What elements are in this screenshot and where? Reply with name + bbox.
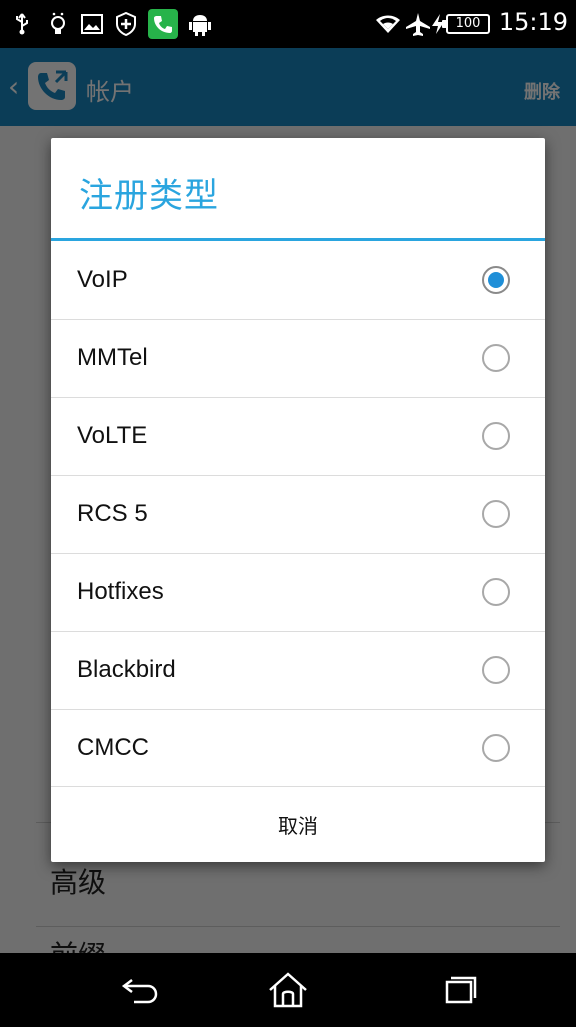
- radio-button[interactable]: [482, 422, 510, 450]
- radio-button[interactable]: [482, 344, 510, 372]
- radio-button-checked[interactable]: [482, 266, 510, 294]
- radio-button[interactable]: [482, 656, 510, 684]
- option-rcs5[interactable]: RCS 5: [51, 476, 545, 554]
- option-label: RCS 5: [77, 500, 148, 527]
- back-icon[interactable]: [110, 965, 170, 1015]
- status-bar: 100 15:19: [0, 0, 576, 48]
- option-mmtel[interactable]: MMTel: [51, 320, 545, 398]
- radio-button[interactable]: [482, 500, 510, 528]
- image-icon: [80, 12, 104, 36]
- dialog-title: 注册类型: [79, 176, 219, 216]
- navigation-bar: [0, 953, 576, 1027]
- recents-icon[interactable]: [430, 965, 490, 1015]
- home-icon[interactable]: [258, 965, 318, 1015]
- radio-button[interactable]: [482, 578, 510, 606]
- option-label: CMCC: [77, 734, 149, 761]
- option-label: Blackbird: [77, 656, 176, 683]
- option-voip[interactable]: VoIP: [51, 242, 545, 320]
- dialog-title-divider: [51, 238, 545, 241]
- airplane-icon: [404, 12, 432, 36]
- option-volte[interactable]: VoLTE: [51, 398, 545, 476]
- option-label: MMTel: [77, 344, 148, 371]
- option-cmcc[interactable]: CMCC: [51, 710, 545, 788]
- option-label: Hotfixes: [77, 578, 164, 605]
- option-label: VoIP: [77, 266, 128, 293]
- registration-type-dialog: 注册类型 VoIP MMTel VoLTE RCS 5 Hotfixes Bla…: [51, 138, 545, 862]
- usb-icon: [10, 12, 34, 36]
- option-hotfixes[interactable]: Hotfixes: [51, 554, 545, 632]
- battery-indicator: 100: [442, 14, 490, 34]
- option-label: VoLTE: [77, 422, 148, 449]
- cancel-button[interactable]: 取消: [51, 787, 545, 862]
- phone-app-icon: [148, 9, 178, 39]
- shield-icon: [114, 12, 138, 36]
- wifi-icon: [374, 12, 402, 36]
- option-blackbird[interactable]: Blackbird: [51, 632, 545, 710]
- bulb-icon: [46, 12, 70, 36]
- radio-button[interactable]: [482, 734, 510, 762]
- status-time: 15:19: [498, 8, 568, 36]
- android-icon: [188, 12, 212, 36]
